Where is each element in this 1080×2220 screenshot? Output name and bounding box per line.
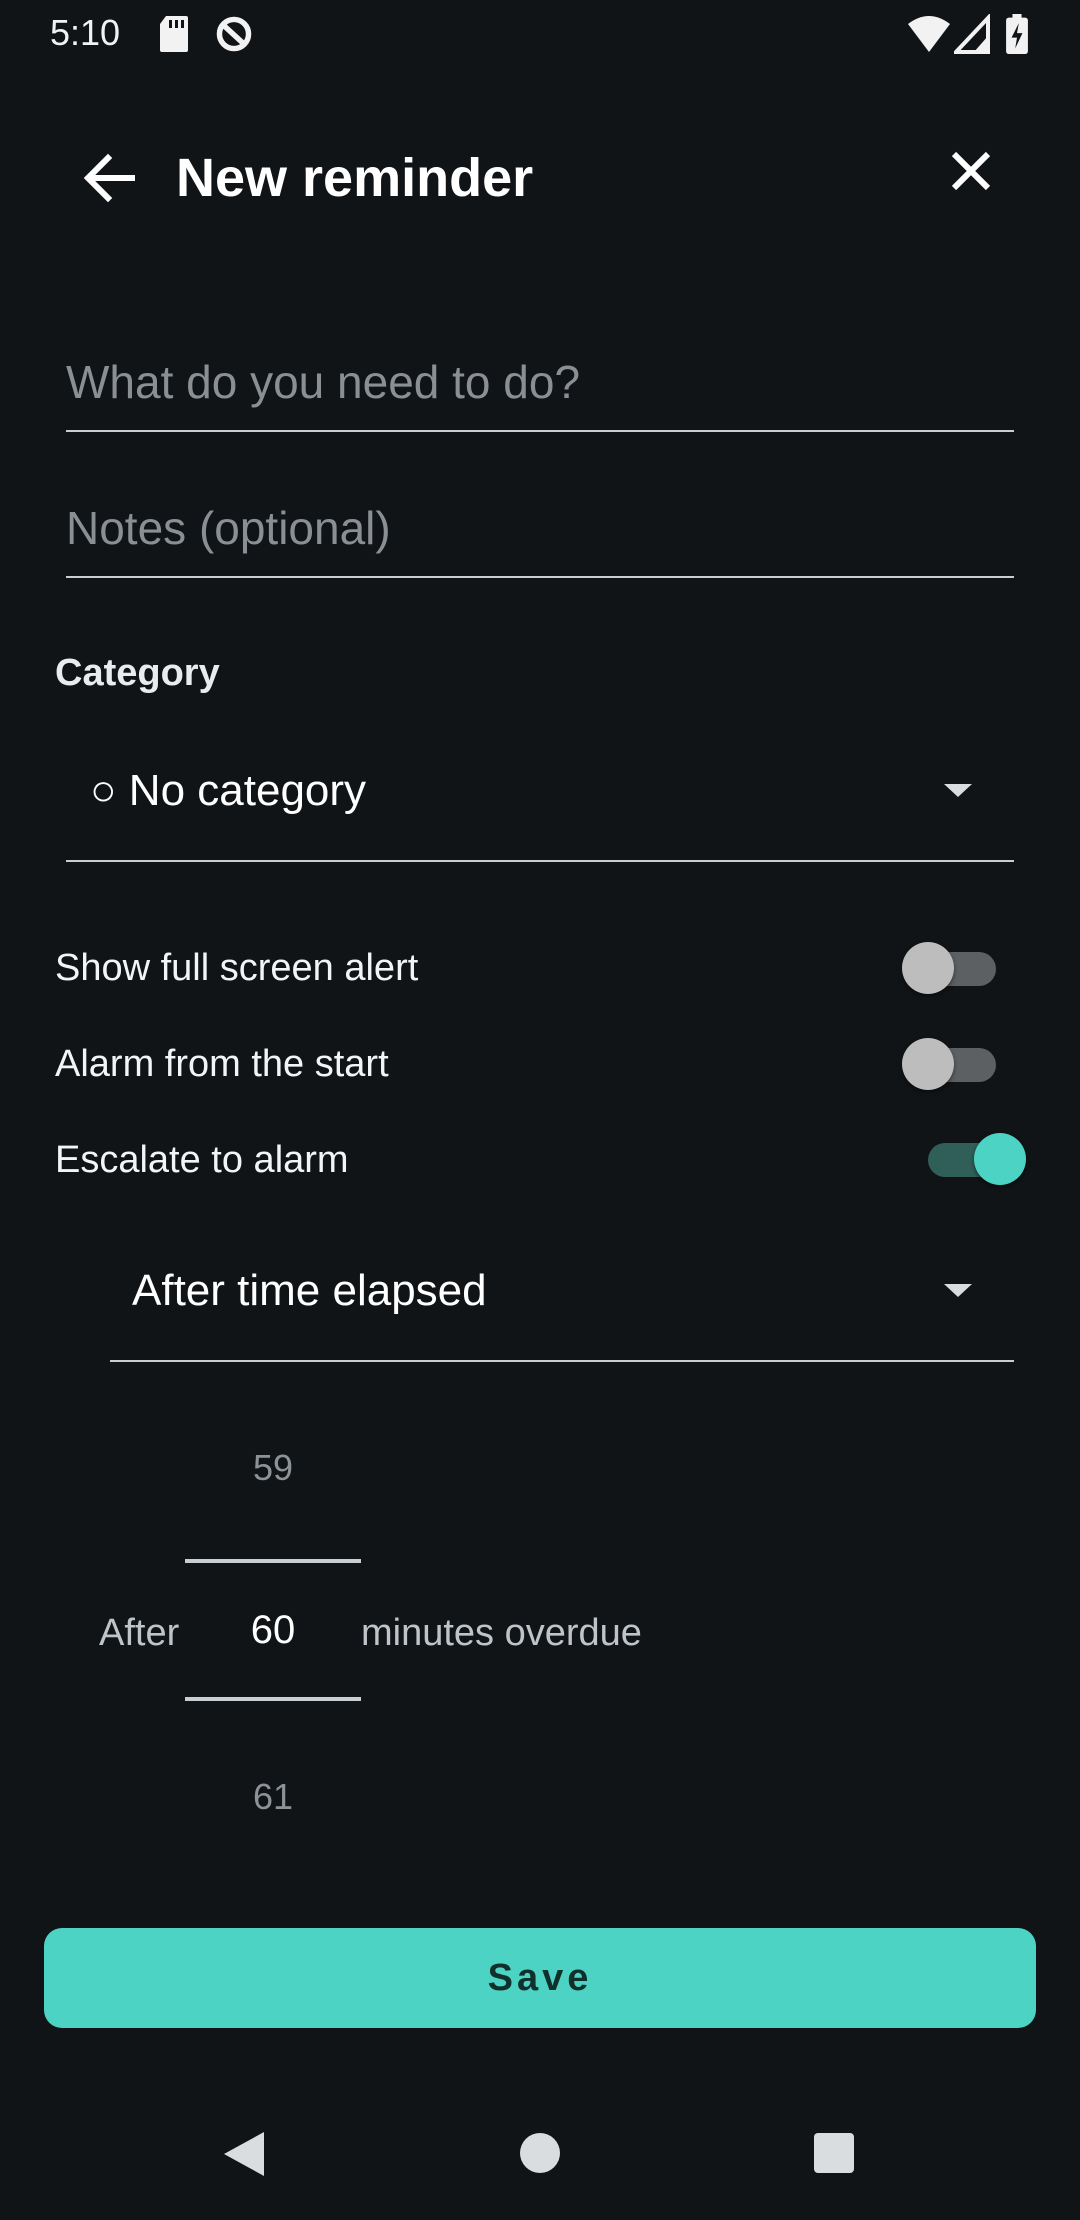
category-dropdown[interactable]: ○ No category xyxy=(66,752,1014,862)
alarm-from-start-switch[interactable] xyxy=(902,1038,996,1090)
nav-home-icon[interactable] xyxy=(519,2132,561,2174)
close-button[interactable] xyxy=(948,148,994,194)
chevron-down-icon xyxy=(944,1284,972,1297)
sd-card-icon xyxy=(160,16,188,52)
picker-selected-value[interactable]: 60 xyxy=(185,1605,361,1655)
picker-prefix-label: After xyxy=(99,1612,180,1654)
switch-thumb xyxy=(974,1133,1026,1185)
switch-thumb xyxy=(902,942,954,994)
full-screen-alert-switch[interactable] xyxy=(902,942,996,994)
escalation-mode-dropdown[interactable]: After time elapsed xyxy=(110,1252,1014,1362)
nav-back-icon[interactable] xyxy=(222,2130,266,2178)
notes-input[interactable] xyxy=(66,488,1014,578)
picker-divider-bottom xyxy=(185,1697,361,1701)
nav-recents-icon[interactable] xyxy=(813,2132,855,2174)
category-label: Category xyxy=(55,652,220,694)
picker-next-value[interactable]: 61 xyxy=(185,1775,361,1819)
cell-signal-icon xyxy=(954,14,990,54)
battery-charging-icon xyxy=(1006,14,1028,54)
full-screen-alert-label: Show full screen alert xyxy=(55,947,419,989)
task-input[interactable] xyxy=(66,342,1014,432)
page-title: New reminder xyxy=(176,148,534,208)
data-saver-icon xyxy=(216,16,252,52)
switch-thumb xyxy=(902,1038,954,1090)
back-button[interactable] xyxy=(82,152,138,204)
chevron-down-icon xyxy=(944,784,972,797)
wifi-icon xyxy=(908,16,950,52)
picker-divider-top xyxy=(185,1559,361,1563)
picker-previous-value[interactable]: 59 xyxy=(185,1446,361,1490)
category-selected-value: ○ No category xyxy=(90,766,367,815)
picker-suffix-label: minutes overdue xyxy=(361,1612,642,1654)
alarm-from-start-label: Alarm from the start xyxy=(55,1043,389,1085)
escalation-mode-selected-value: After time elapsed xyxy=(132,1266,487,1315)
escalate-to-alarm-label: Escalate to alarm xyxy=(55,1139,349,1181)
save-button[interactable]: Save xyxy=(44,1928,1036,2028)
escalate-to-alarm-switch[interactable] xyxy=(922,1133,1026,1185)
status-time: 5:10 xyxy=(50,12,121,53)
